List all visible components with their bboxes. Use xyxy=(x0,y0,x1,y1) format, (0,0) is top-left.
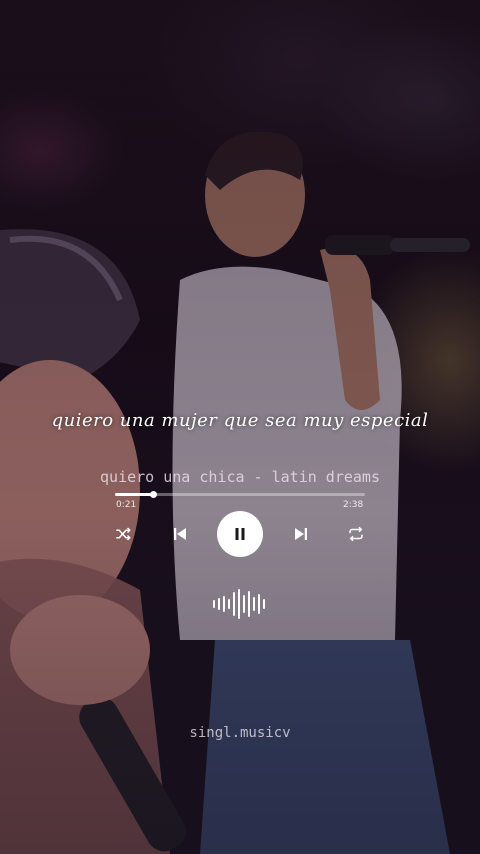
repeat-icon xyxy=(349,526,363,542)
progress-bar[interactable] xyxy=(115,491,365,498)
previous-button[interactable] xyxy=(166,520,194,548)
next-button[interactable] xyxy=(287,520,315,548)
watermark-handle: singl.musicv xyxy=(189,725,291,741)
previous-icon xyxy=(174,528,186,540)
progress-knob[interactable] xyxy=(149,491,157,498)
repeat-button[interactable] xyxy=(342,520,370,548)
elapsed-time: 0:21 xyxy=(116,500,137,510)
pause-icon xyxy=(235,528,245,540)
soundwave-icon xyxy=(213,589,265,619)
song-title: quiero una chica - latin dreams xyxy=(100,468,380,486)
pause-button[interactable] xyxy=(217,511,263,557)
total-time: 2:38 xyxy=(343,500,364,510)
next-icon xyxy=(295,528,307,540)
shuffle-icon xyxy=(116,527,131,541)
progress-fill xyxy=(115,493,153,496)
lyric-caption: quiero una mujer que sea muy especial xyxy=(51,410,429,431)
shuffle-button[interactable] xyxy=(109,520,137,548)
